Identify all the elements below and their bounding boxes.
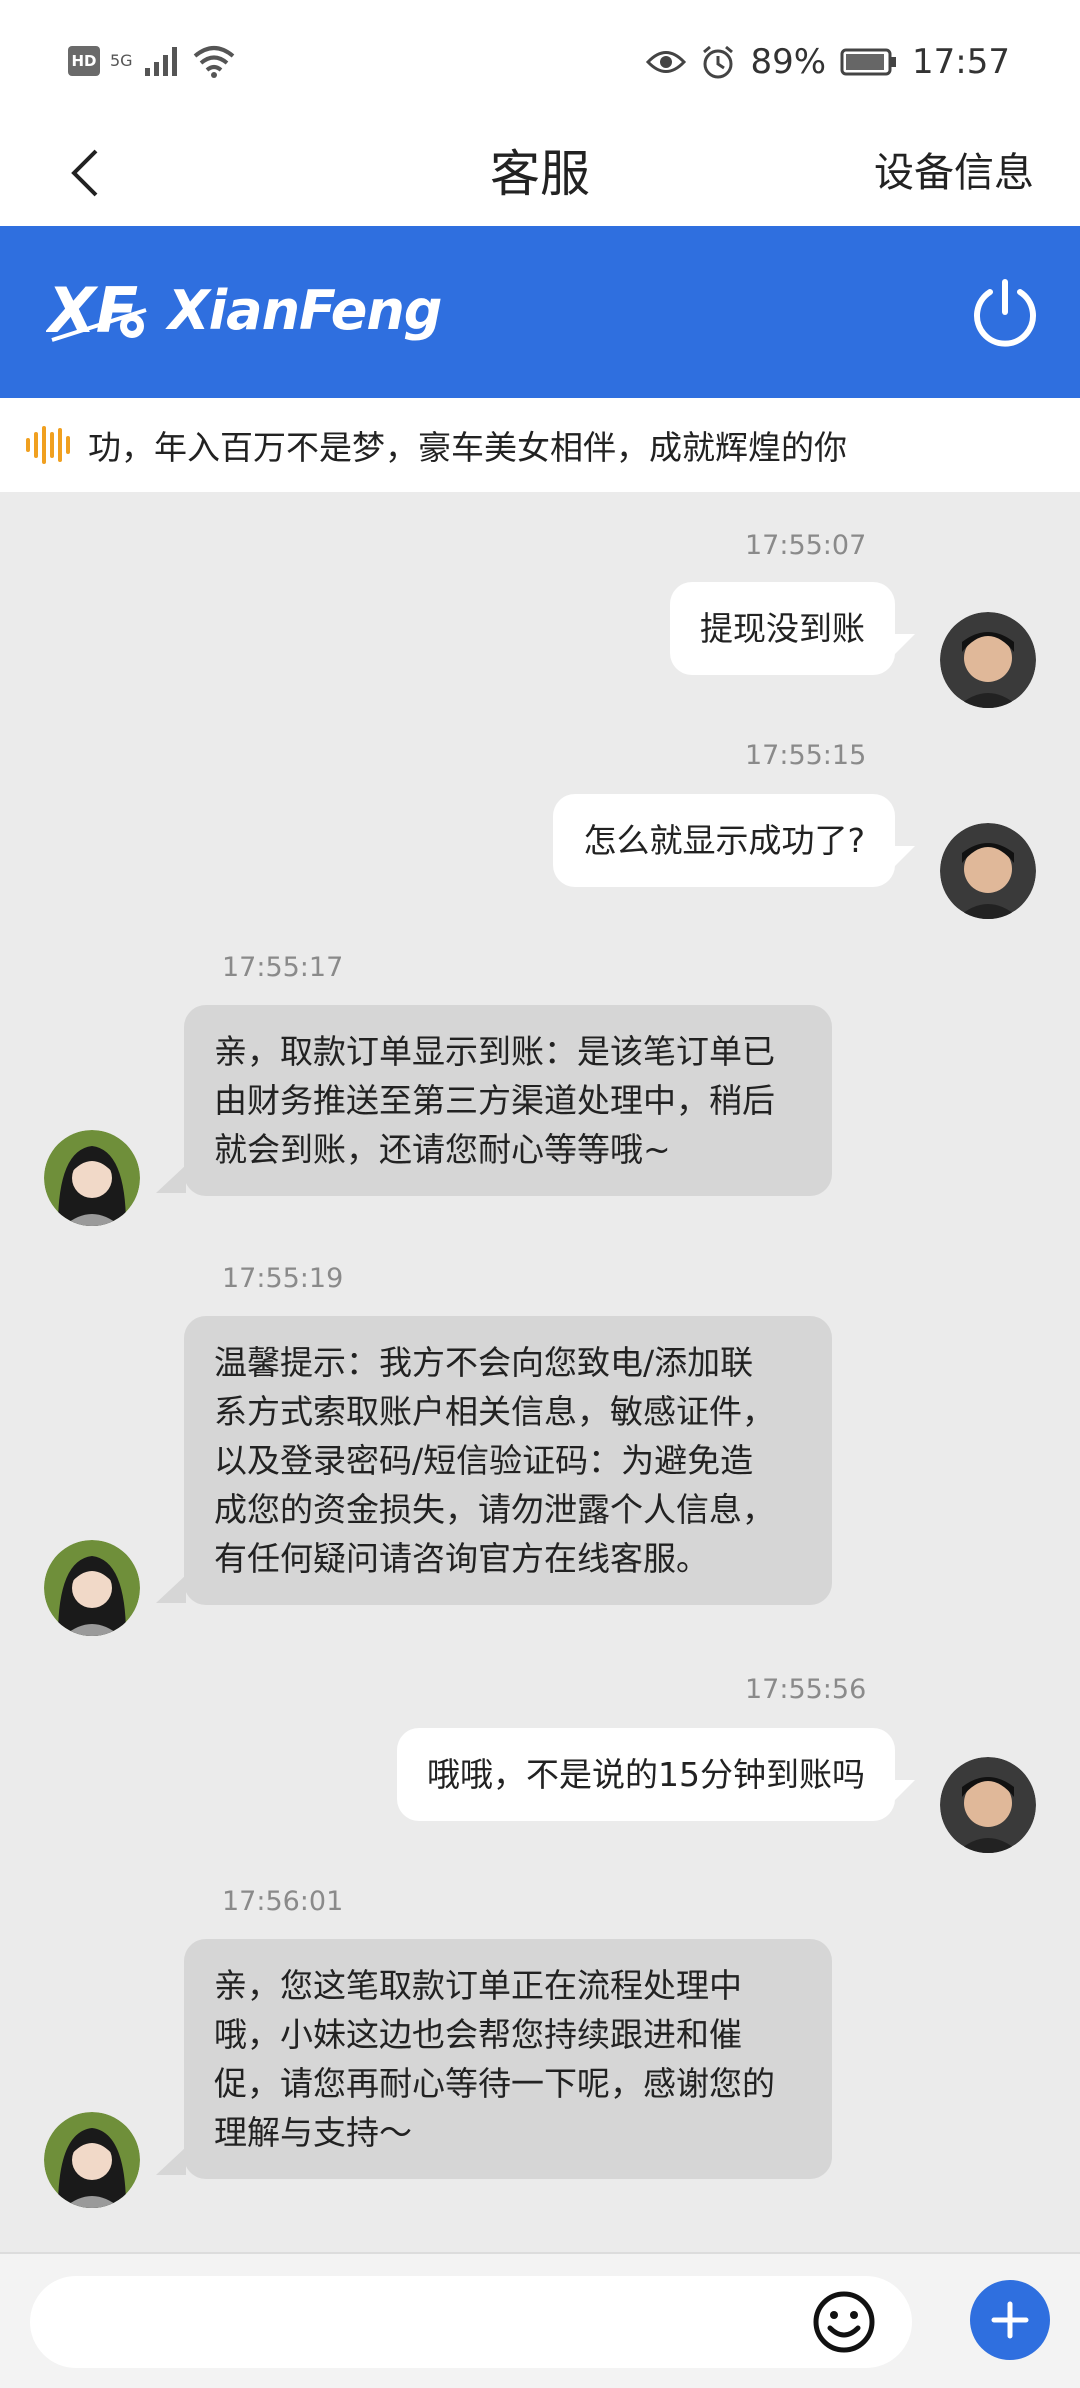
user-avatar[interactable]: [940, 823, 1036, 919]
message-line: 理解与支持～: [214, 2113, 412, 2152]
back-button[interactable]: [55, 138, 115, 208]
notice-marquee: 功，年入百万不是梦，豪车美女相伴，成就辉煌的你: [0, 398, 1080, 492]
wifi-icon: [193, 46, 234, 78]
bubble-tail: [893, 634, 915, 656]
network-type: 5G: [110, 51, 133, 70]
signal-icon: [144, 47, 177, 76]
bubble-tail: [156, 1575, 186, 1603]
message-line: 以及登录密码/短信验证码：为避免造: [214, 1441, 754, 1480]
message-bubble-received: 亲，您这笔取款订单正在流程处理中 哦，小妹这边也会帮您持续跟进和催 促，请您再耐…: [184, 1939, 832, 2179]
bubble-tail: [893, 1780, 915, 1802]
battery-icon: [840, 48, 897, 76]
message-bubble-received: 温馨提示：我方不会向您致电/添加联 系方式索取账户相关信息，敏感证件， 以及登录…: [184, 1316, 832, 1605]
message-bubble-sent: 提现没到账: [670, 582, 895, 675]
battery-percent: 89%: [750, 42, 827, 82]
agent-avatar[interactable]: [44, 1540, 140, 1636]
chat-area[interactable]: 17:55:07 提现没到账 17:55:15 怎么就显示成功了? 17:55:…: [0, 492, 1080, 2252]
bubble-tail: [156, 1165, 186, 1193]
user-avatar[interactable]: [940, 612, 1036, 708]
smiley-icon: [813, 2291, 875, 2353]
message-bubble-received: 亲，取款订单显示到账：是该笔订单已 由财务推送至第三方渠道处理中，稍后 就会到账…: [184, 1005, 832, 1196]
message-timestamp: 17:55:15: [745, 740, 867, 771]
status-left: HD 5G: [68, 44, 235, 78]
brand-name: XianFeng: [168, 278, 442, 342]
input-bar: [0, 2252, 1080, 2388]
message-line: 促，请您再耐心等待一下呢，感谢您的: [214, 2064, 775, 2103]
add-button[interactable]: [970, 2280, 1050, 2360]
marquee-text: 功，年入百万不是梦，豪车美女相伴，成就辉煌的你: [88, 428, 847, 467]
emoji-button[interactable]: [812, 2290, 876, 2354]
message-timestamp: 17:56:01: [222, 1886, 344, 1917]
message-timestamp: 17:55:19: [222, 1263, 344, 1294]
network-label: 5G: [110, 53, 133, 69]
message-bubble-sent: 怎么就显示成功了?: [553, 794, 895, 887]
brand-header: XF XianFeng: [0, 226, 1080, 398]
message-bubble-sent: 哦哦，不是说的15分钟到账吗: [397, 1728, 895, 1821]
power-button[interactable]: [968, 276, 1042, 350]
chevron-left-icon: [71, 149, 98, 197]
message-line: 由财务推送至第三方渠道处理中，稍后: [214, 1081, 775, 1120]
status-right: 89% 17:57: [646, 40, 1010, 84]
xf-logo-icon: XF: [46, 274, 147, 347]
message-line: 亲，您这笔取款订单正在流程处理中: [214, 1966, 742, 2005]
message-line: 温馨提示：我方不会向您致电/添加联: [214, 1343, 754, 1382]
eye-icon: [646, 51, 687, 73]
nav-bar: 客服 设备信息: [0, 120, 1080, 226]
agent-avatar[interactable]: [44, 2112, 140, 2208]
power-icon: [974, 279, 1036, 347]
status-bar: HD 5G 89% 17:57: [0, 0, 1080, 120]
plus-icon: [991, 2301, 1029, 2339]
message-line: 有任何疑问请咨询官方在线客服。: [214, 1539, 709, 1578]
alarm-icon: [703, 45, 734, 79]
user-avatar[interactable]: [940, 1757, 1036, 1853]
message-line: 系方式索取账户相关信息，敏感证件，: [214, 1392, 775, 1431]
brand-logo: XF XianFeng: [46, 270, 442, 350]
message-line: 亲，取款订单显示到账：是该笔订单已: [214, 1032, 775, 1071]
message-input[interactable]: [30, 2276, 912, 2368]
message-timestamp: 17:55:17: [222, 952, 344, 983]
clock: 17:57: [912, 42, 1010, 82]
agent-avatar[interactable]: [44, 1130, 140, 1226]
hd-badge: HD: [68, 46, 100, 76]
message-timestamp: 17:55:56: [745, 1674, 867, 1705]
bubble-tail: [156, 2147, 186, 2175]
bubble-tail: [893, 846, 915, 868]
message-line: 哦，小妹这边也会帮您持续跟进和催: [214, 2015, 742, 2054]
message-line: 成您的资金损失，请勿泄露个人信息，: [214, 1490, 775, 1529]
message-line: 就会到账，还请您耐心等等哦~: [214, 1130, 671, 1169]
device-info-button[interactable]: 设备信息: [874, 140, 1034, 198]
sound-wave-icon: [26, 425, 72, 465]
message-timestamp: 17:55:07: [745, 530, 867, 561]
